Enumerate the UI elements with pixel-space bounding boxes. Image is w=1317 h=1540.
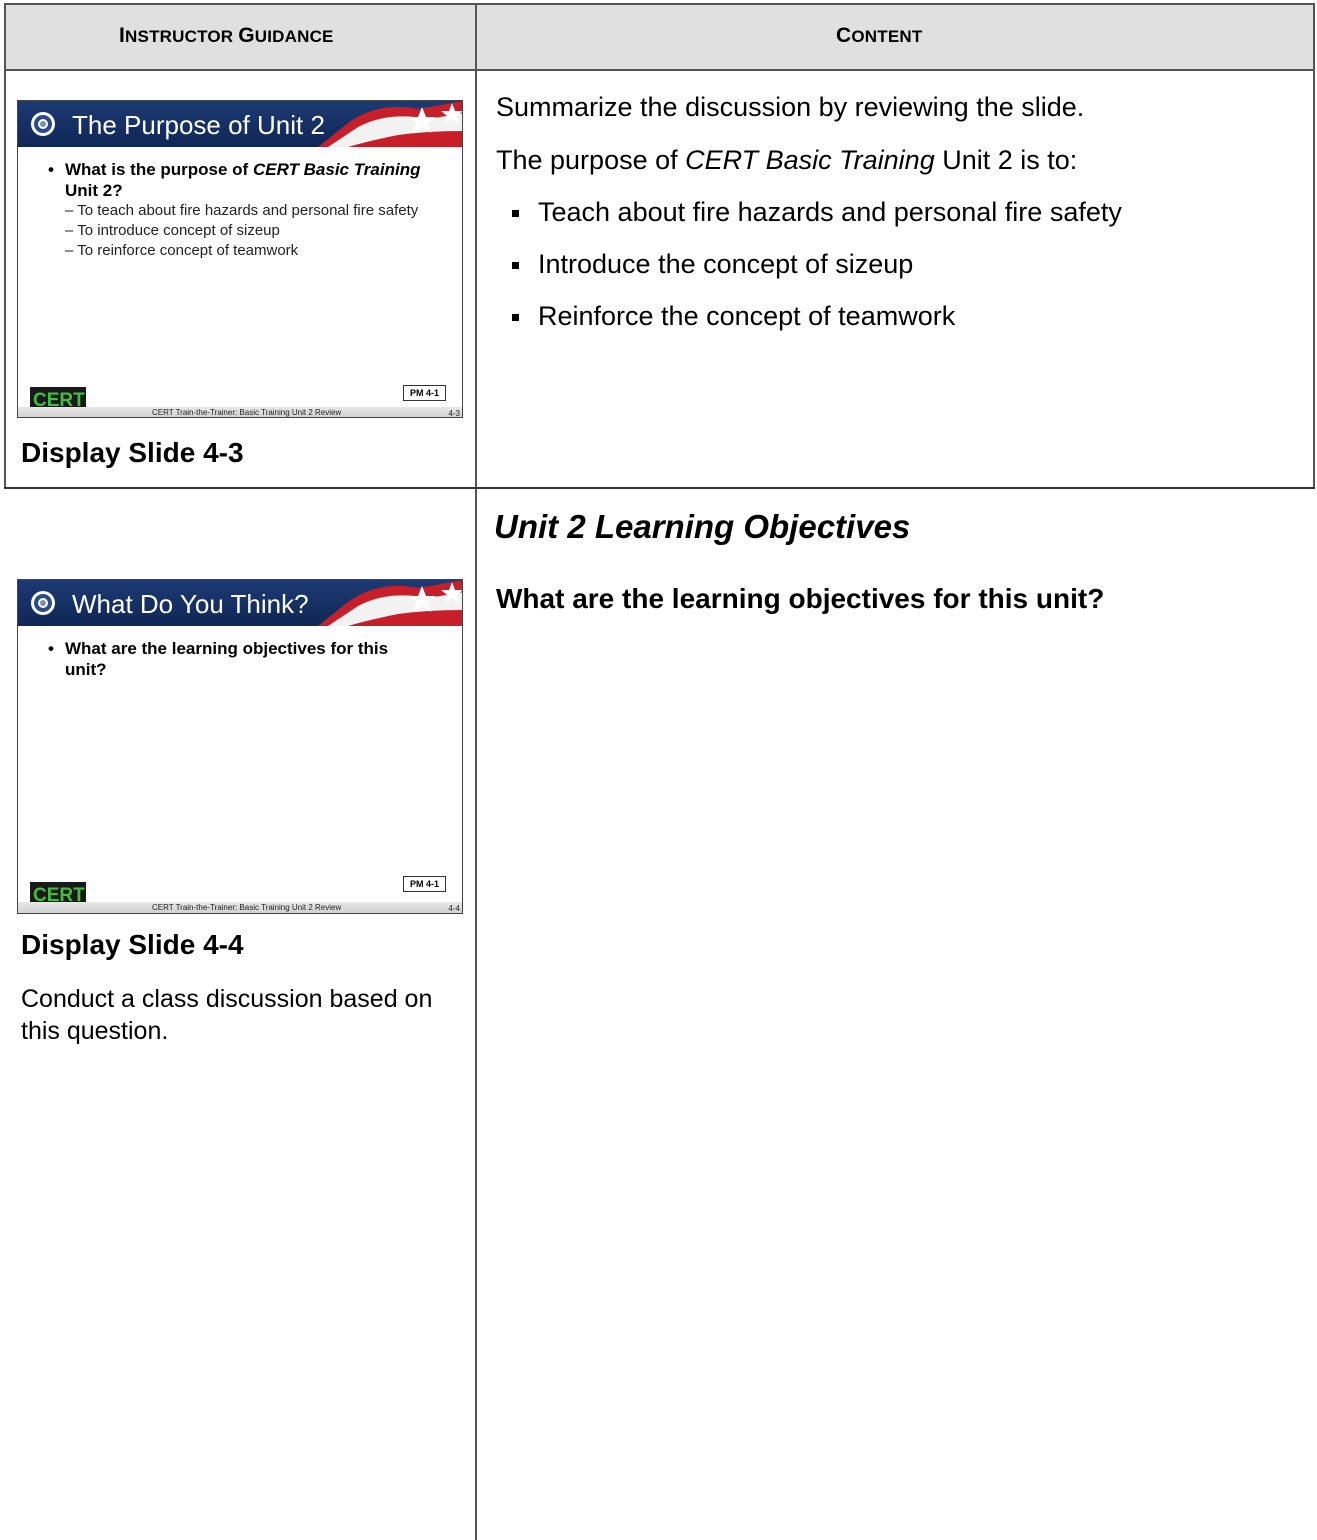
instruction-text: Conduct a class discussion based on this… — [21, 985, 433, 1045]
slide-footer: CERT Train-the-Trainer: Basic Training U… — [18, 902, 462, 913]
slide-title: What Do You Think? — [72, 589, 309, 619]
column-divider — [475, 3, 477, 1540]
slide-title-bar: What Do You Think? — [18, 580, 462, 626]
header-content: CONTENT — [836, 24, 923, 47]
slide-sub-point: – To introduce concept of sizeup — [65, 222, 280, 239]
table-border-right — [1313, 3, 1315, 489]
objectives-question: What are the learning objectives for thi… — [496, 583, 1105, 614]
slide-thumbnail-4-3: The Purpose of Unit 2 • What is the purpo… — [17, 100, 463, 418]
table-border-left — [4, 3, 6, 489]
header-instructor-guidance: INSTRUCTOR GUIDANCE — [119, 24, 334, 47]
slide-sub-point: – To reinforce concept of teamwork — [65, 242, 299, 259]
slide-sub-point: – To teach about fire hazards and person… — [65, 202, 419, 219]
slide-question: • What are the learning objectives for th… — [48, 639, 389, 679]
slide-footer-text: CERT Train-the-Trainer: Basic Training U… — [152, 903, 342, 912]
slide-label-4-4: Display Slide 4-4 — [21, 929, 244, 960]
content-intro: Summarize the discussion by reviewing th… — [496, 92, 1085, 122]
slide-body: • What are the learning objectives for th… — [48, 638, 448, 680]
purpose-statement: The purpose of CERT Basic Training Unit … — [496, 145, 1078, 175]
slide-page-number: 4-4 — [448, 904, 460, 913]
slide-title: The Purpose of Unit 2 — [72, 110, 325, 140]
pm-badge: PM 4-1 — [402, 876, 446, 892]
slide-title-bar: The Purpose of Unit 2 — [18, 101, 462, 147]
dhs-seal-icon — [31, 591, 55, 615]
slide-label-4-3: Display Slide 4-3 — [21, 437, 244, 468]
flag-icon — [318, 101, 462, 147]
slide-thumbnail-4-4: What Do You Think? • What are the learnin… — [17, 579, 463, 914]
slide-page-number: 4-3 — [448, 409, 460, 418]
slide-body: • What is the purpose of CERT Basic Train… — [48, 159, 448, 261]
row-divider — [4, 487, 1315, 489]
slide-footer: CERT Train-the-Trainer: Basic Training U… — [18, 407, 462, 418]
dhs-seal-icon — [31, 112, 55, 136]
flag-icon — [318, 580, 462, 626]
slide-question: • What is the purpose of CERT Basic Train… — [48, 160, 421, 200]
section-heading: Unit 2 Learning Objectives — [494, 508, 911, 545]
pm-badge: PM 4-1 — [402, 385, 446, 401]
slide-footer-text: CERT Train-the-Trainer: Basic Training U… — [152, 408, 342, 417]
